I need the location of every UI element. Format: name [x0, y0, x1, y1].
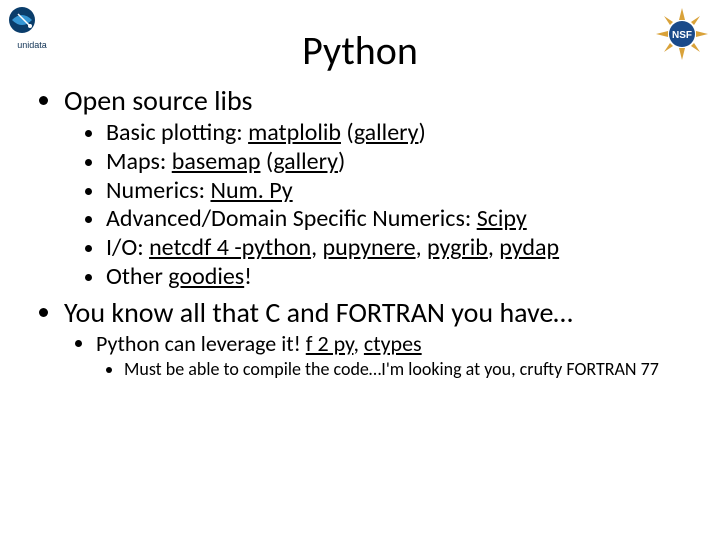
link-goodies[interactable]: goodies: [168, 262, 244, 291]
link-pydap[interactable]: pydap: [499, 233, 559, 262]
link-matplotlib-gallery[interactable]: gallery: [354, 118, 419, 147]
link-pygrib[interactable]: pygrib: [427, 233, 488, 262]
bullet-compile: Must be able to compile the code…I'm loo…: [124, 359, 684, 381]
slide-body: Open source libs Basic plotting: matplol…: [36, 84, 684, 381]
bullet-fortran: You know all that C and FORTRAN you have…: [64, 296, 684, 381]
bullet-scipy: Advanced/Domain Specific Numerics: Scipy: [106, 205, 684, 234]
link-pupynere[interactable]: pupynere: [322, 233, 415, 262]
bullet-io: I/O: netcdf 4 -python, pupynere, pygrib,…: [106, 234, 684, 263]
link-basemap[interactable]: basemap: [172, 147, 261, 176]
link-netcdf4[interactable]: netcdf 4 -python: [149, 233, 311, 262]
nsf-logo: NSF: [654, 6, 710, 62]
link-f2py[interactable]: f 2 py: [306, 330, 354, 357]
svg-text:NSF: NSF: [672, 30, 692, 41]
bullet-leverage: Python can leverage it! f 2 py, ctypes M…: [96, 331, 684, 381]
bullet-maps: Maps: basemap (gallery): [106, 148, 684, 177]
link-ctypes[interactable]: ctypes: [364, 330, 422, 357]
bullet-other: Other goodies!: [106, 263, 684, 292]
link-basemap-gallery[interactable]: gallery: [273, 147, 338, 176]
link-scipy[interactable]: Scipy: [477, 204, 527, 233]
bullet-plotting: Basic plotting: matplolib (gallery): [106, 119, 684, 148]
slide-title: Python: [0, 0, 720, 75]
svg-text:unidata: unidata: [17, 40, 47, 50]
bullet-open-source: Open source libs Basic plotting: matplol…: [64, 84, 684, 292]
unidata-logo: unidata: [6, 6, 58, 50]
bullet-numerics: Numerics: Num. Py: [106, 177, 684, 206]
link-numpy[interactable]: Num. Py: [210, 176, 292, 205]
link-matplotlib[interactable]: matplolib: [248, 118, 341, 147]
